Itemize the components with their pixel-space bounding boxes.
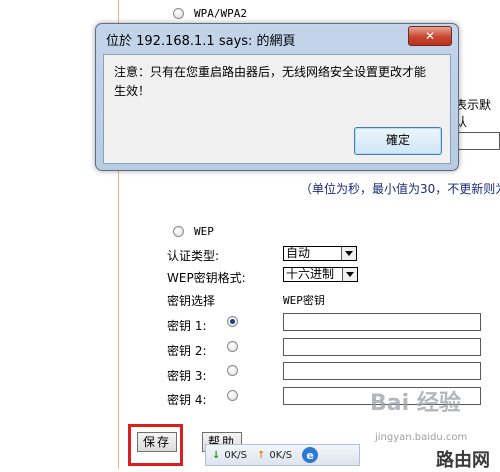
key-1-input[interactable] bbox=[283, 313, 481, 331]
chevron-down-icon[interactable] bbox=[342, 268, 357, 281]
auth-type-label: 认证类型: bbox=[167, 249, 220, 263]
dialog-message: 注意：只有在您重启路由器后，无线网络安全设置更改才能生效！ bbox=[114, 65, 427, 98]
auth-type-value: 自动 bbox=[286, 246, 311, 260]
interval-note: （单位为秒，最小值为30，不更新则为 bbox=[300, 182, 500, 196]
upload-speed: 0K/S bbox=[269, 449, 293, 461]
key-1-label: 密钥 1: bbox=[167, 319, 207, 333]
key-2-radio[interactable] bbox=[227, 341, 238, 352]
wpa-option-label: WPA/WPA2 bbox=[194, 7, 247, 20]
key-3-radio[interactable] bbox=[227, 365, 238, 376]
download-arrow-icon: ↓ bbox=[212, 449, 221, 461]
close-button[interactable]: ✕ bbox=[408, 26, 452, 46]
wep-option-row: WEP bbox=[173, 225, 214, 238]
chevron-down-icon[interactable] bbox=[341, 247, 356, 260]
wep-option-label: WEP bbox=[194, 225, 214, 238]
default-note-fragment: 表示默认 bbox=[455, 98, 492, 129]
key-2-label: 密钥 2: bbox=[167, 344, 207, 358]
key-select-label: 密钥选择 bbox=[167, 294, 216, 308]
watermark-site: jingyan.baidu.com bbox=[375, 432, 468, 443]
key-3-label: 密钥 3: bbox=[167, 369, 207, 383]
key-format-label: WEP密钥格式: bbox=[167, 271, 246, 285]
wpa-option-row: WPA/WPA2 bbox=[173, 7, 247, 20]
dialog-title: 位於 192.168.1.1 says: 的網頁 bbox=[106, 34, 296, 49]
network-speed-bar: ↓ 0K/S ↑ 0K/S e bbox=[205, 444, 360, 466]
interval-input[interactable] bbox=[455, 132, 500, 150]
key-2-input[interactable] bbox=[283, 338, 481, 356]
browser-e-icon[interactable]: e bbox=[302, 447, 319, 463]
ok-button[interactable]: 確定 bbox=[354, 127, 442, 155]
key-format-value: 十六进制 bbox=[286, 267, 335, 281]
wpa-radio[interactable] bbox=[173, 8, 184, 19]
close-icon: ✕ bbox=[424, 29, 436, 43]
key-3-input[interactable] bbox=[283, 362, 481, 380]
watermark-brand: Bai 经验 bbox=[370, 391, 461, 416]
upload-arrow-icon: ↑ bbox=[257, 449, 266, 461]
key-4-radio[interactable] bbox=[227, 390, 238, 401]
wep-key-header: WEP密钥 bbox=[283, 294, 325, 307]
key-format-select[interactable]: 十六进制 bbox=[283, 267, 358, 282]
auth-type-select[interactable]: 自动 bbox=[283, 246, 357, 261]
download-speed: 0K/S bbox=[224, 449, 248, 461]
dialog-body: 注意：只有在您重启路由器后，无线网络安全设置更改才能生效！ 確定 bbox=[103, 54, 451, 164]
key-4-label: 密钥 4: bbox=[167, 393, 207, 407]
wep-radio[interactable] bbox=[173, 226, 184, 237]
key-1-radio[interactable] bbox=[227, 316, 238, 327]
alert-dialog: 位於 192.168.1.1 says: 的網頁 ✕ 注意：只有在您重启路由器后… bbox=[95, 23, 459, 171]
save-highlight bbox=[128, 424, 183, 466]
watermark-corner: 路由网 bbox=[436, 450, 490, 471]
